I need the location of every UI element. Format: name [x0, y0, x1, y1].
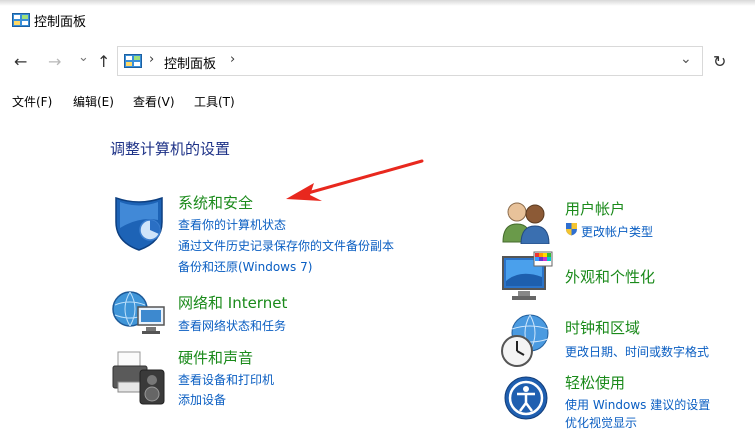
- users-icon: [502, 202, 550, 244]
- link-add-device[interactable]: 添加设备: [178, 391, 226, 408]
- ease-of-access-icon: [504, 376, 548, 420]
- category-network-internet[interactable]: 网络和 Internet: [178, 292, 287, 313]
- menu-edit[interactable]: 编辑(E): [73, 93, 114, 110]
- category-system-security[interactable]: 系统和安全: [178, 192, 253, 213]
- link-devices-printers[interactable]: 查看设备和打印机: [178, 371, 274, 388]
- menu-file[interactable]: 文件(F): [12, 93, 52, 110]
- printer-speaker-icon: [112, 351, 165, 405]
- link-network-status[interactable]: 查看网络状态和任务: [178, 317, 286, 334]
- page-heading: 调整计算机的设置: [110, 140, 231, 158]
- link-change-account-type[interactable]: 更改帐户类型: [581, 223, 653, 240]
- control-panel-icon: [12, 13, 30, 27]
- address-bar[interactable]: › 控制面板 › ⌄: [117, 46, 703, 76]
- clock-globe-icon: [501, 314, 549, 367]
- breadcrumb-separator[interactable]: ›: [149, 52, 154, 67]
- category-user-accounts[interactable]: 用户帐户: [565, 198, 625, 219]
- chevron-down-icon[interactable]: ⌄: [680, 51, 692, 67]
- title-bar: [0, 6, 755, 36]
- breadcrumb-separator[interactable]: ›: [230, 52, 235, 67]
- category-hardware-sound[interactable]: 硬件和声音: [178, 347, 253, 368]
- control-panel-icon: [124, 54, 142, 68]
- category-clock-region[interactable]: 时钟和区域: [565, 317, 640, 338]
- window-title: 控制面板: [34, 15, 87, 30]
- recent-locations-icon[interactable]: ⌄: [78, 50, 89, 65]
- category-ease-of-access[interactable]: 轻松使用: [565, 372, 625, 393]
- link-backup-restore[interactable]: 备份和还原(Windows 7): [178, 258, 312, 275]
- breadcrumb-control-panel[interactable]: 控制面板: [164, 53, 216, 72]
- uac-shield-icon: [566, 223, 577, 236]
- annotation-arrow: [286, 159, 424, 201]
- category-appearance-personalization[interactable]: 外观和个性化: [565, 266, 655, 287]
- link-optimize-visual-display[interactable]: 优化视觉显示: [565, 414, 637, 431]
- menu-view[interactable]: 查看(V): [133, 93, 175, 110]
- network-globe-icon: [112, 291, 165, 334]
- menu-tools[interactable]: 工具(T): [194, 93, 235, 110]
- forward-icon[interactable]: →: [48, 52, 61, 71]
- shield-icon: [115, 196, 163, 251]
- refresh-icon[interactable]: ↻: [713, 52, 726, 71]
- link-change-date-time-format[interactable]: 更改日期、时间或数字格式: [565, 343, 709, 360]
- monitor-palette-icon: [502, 251, 553, 300]
- link-file-history-backup[interactable]: 通过文件历史记录保存你的文件备份副本: [178, 237, 394, 254]
- back-icon[interactable]: ←: [14, 52, 27, 71]
- up-icon[interactable]: ↑: [97, 52, 110, 71]
- link-view-computer-status[interactable]: 查看你的计算机状态: [178, 216, 286, 233]
- link-windows-suggested-settings[interactable]: 使用 Windows 建议的设置: [565, 396, 710, 413]
